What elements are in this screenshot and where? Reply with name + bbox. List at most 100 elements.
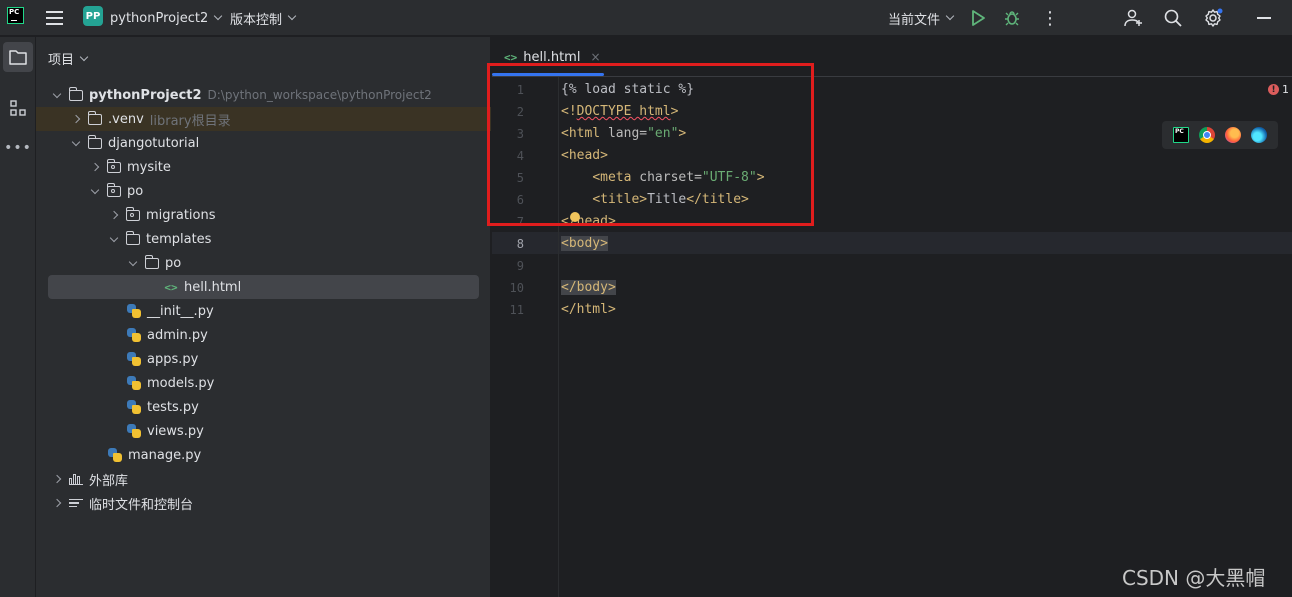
add-user-icon: [1124, 9, 1142, 27]
tree-item-scratches[interactable]: 临时文件和控制台: [36, 491, 491, 515]
tree-item-label: tests.py: [147, 399, 199, 415]
tree-item-label: models.py: [147, 375, 215, 391]
expand-arrow-icon[interactable]: [71, 137, 81, 146]
line-number: 4: [516, 149, 524, 163]
tree-item-tests-py[interactable]: tests.py: [36, 395, 491, 419]
edge-icon[interactable]: [1251, 127, 1267, 143]
python-file-icon: [126, 376, 142, 390]
python-file-icon: [126, 424, 142, 438]
tree-item-label: views.py: [147, 423, 204, 439]
activity-bar: •••: [0, 37, 36, 597]
tree-item-templates-po[interactable]: po: [36, 251, 491, 275]
folder-icon: [9, 50, 27, 65]
lightbulb-icon[interactable]: [570, 212, 580, 222]
tree-item-path: D:\python_workspace\pythonProject2: [207, 88, 432, 102]
tree-item-init-py[interactable]: __init__.py: [36, 299, 491, 323]
code-with-me-button[interactable]: [1124, 0, 1144, 36]
tab-bar-divider: [492, 76, 1292, 77]
tab-hell-html[interactable]: <> hell.html ×: [492, 37, 604, 77]
debug-button[interactable]: [1004, 0, 1020, 36]
matched-tag: <body>: [561, 236, 608, 251]
pycharm-icon[interactable]: PC: [1173, 127, 1189, 143]
tree-item-po[interactable]: po: [36, 179, 491, 203]
vcs-menu[interactable]: 版本控制: [230, 0, 297, 36]
panel-title: 项目: [48, 53, 75, 68]
main-menu-icon[interactable]: [44, 0, 64, 36]
package-icon: [106, 182, 122, 198]
library-icon: [68, 472, 84, 486]
pycharm-logo-icon[interactable]: PC: [7, 7, 24, 24]
collapse-arrow-icon[interactable]: [52, 474, 62, 484]
tree-item-views-py[interactable]: views.py: [36, 419, 491, 443]
line-number: 6: [516, 193, 524, 207]
project-view-header[interactable]: 项目: [48, 49, 89, 68]
collapse-arrow-icon[interactable]: [71, 114, 81, 124]
code-line: <title>Title</title>: [592, 192, 749, 207]
more-actions-button[interactable]: ⋮: [1041, 0, 1059, 36]
line-number: 2: [516, 105, 524, 119]
expand-arrow-icon[interactable]: [90, 185, 100, 194]
chevron-down-icon: [287, 11, 297, 21]
close-icon[interactable]: ×: [590, 50, 600, 64]
tree-item-label: migrations: [146, 207, 216, 223]
structure-tool-button[interactable]: [3, 93, 33, 123]
tree-item-migrations[interactable]: migrations: [36, 203, 491, 227]
tab-label: hell.html: [523, 49, 581, 65]
line-number: 9: [516, 259, 524, 273]
tree-item-external-libraries[interactable]: 外部库: [36, 467, 491, 491]
watermark: CSDN @大黑帽: [1122, 566, 1266, 590]
problems-indicator[interactable]: ! 1: [1268, 83, 1289, 96]
tree-item-label: templates: [146, 231, 212, 247]
tree-item-mysite[interactable]: mysite: [36, 155, 491, 179]
code-line: <!DOCTYPE html>: [561, 104, 679, 119]
project-tool-button[interactable]: [3, 42, 33, 72]
python-file-icon: [107, 448, 123, 462]
tree-item-hell-html[interactable]: <> hell.html: [48, 275, 479, 299]
tree-item-label: 外部库: [89, 473, 129, 489]
tree-item-label: apps.py: [147, 351, 199, 367]
chevron-down-icon: [213, 11, 223, 21]
more-tools-button[interactable]: •••: [3, 133, 33, 163]
collapse-arrow-icon[interactable]: [90, 162, 100, 172]
tree-item-templates[interactable]: templates: [36, 227, 491, 251]
line-number: 5: [516, 171, 524, 185]
tree-item-admin-py[interactable]: admin.py: [36, 323, 491, 347]
folder-icon: [144, 254, 160, 270]
project-switcher[interactable]: pythonProject2: [110, 0, 223, 36]
line-number: 1: [516, 83, 524, 97]
tree-item-manage-py[interactable]: manage.py: [36, 443, 491, 467]
editor[interactable]: <> hell.html × ! 1 PC 1 2 3 4 5 6 7 8 9 …: [492, 37, 1292, 597]
package-icon: [125, 206, 141, 222]
html-file-icon: <>: [504, 50, 518, 64]
minimize-button[interactable]: [1257, 0, 1271, 36]
tree-item-label: __init__.py: [147, 303, 214, 319]
pycharm-icon-text: PC: [1175, 128, 1184, 135]
code-line: {% load static %}: [561, 82, 695, 97]
python-file-icon: [126, 352, 142, 366]
firefox-icon[interactable]: [1225, 127, 1241, 143]
collapse-arrow-icon[interactable]: [109, 210, 119, 220]
project-name: pythonProject2: [110, 10, 209, 26]
code-line: </html>: [561, 302, 616, 317]
collapse-arrow-icon[interactable]: [52, 498, 62, 508]
tree-item-label: .venv: [108, 111, 144, 127]
run-button[interactable]: [971, 0, 985, 36]
structure-icon: [10, 100, 26, 116]
expand-arrow-icon[interactable]: [109, 233, 119, 242]
search-everywhere-button[interactable]: [1164, 0, 1182, 36]
code-line: <body>: [561, 233, 608, 255]
folder-icon: [87, 110, 103, 126]
expand-arrow-icon[interactable]: [52, 89, 62, 98]
tree-item-venv[interactable]: .venv library根目录: [36, 107, 491, 131]
tree-item-models-py[interactable]: models.py: [36, 371, 491, 395]
tree-item-label: manage.py: [128, 447, 202, 463]
tree-item-djangotutorial[interactable]: djangotutorial: [36, 131, 491, 155]
tree-item-project-root[interactable]: pythonProject2 D:\python_workspace\pytho…: [36, 83, 491, 107]
tree-item-apps-py[interactable]: apps.py: [36, 347, 491, 371]
chrome-icon[interactable]: [1199, 127, 1215, 143]
code-line: <head>: [561, 148, 608, 163]
project-badge[interactable]: PP: [83, 6, 103, 26]
expand-arrow-icon[interactable]: [128, 257, 138, 266]
run-config-selector[interactable]: 当前文件: [888, 0, 955, 36]
settings-button[interactable]: [1203, 0, 1223, 36]
